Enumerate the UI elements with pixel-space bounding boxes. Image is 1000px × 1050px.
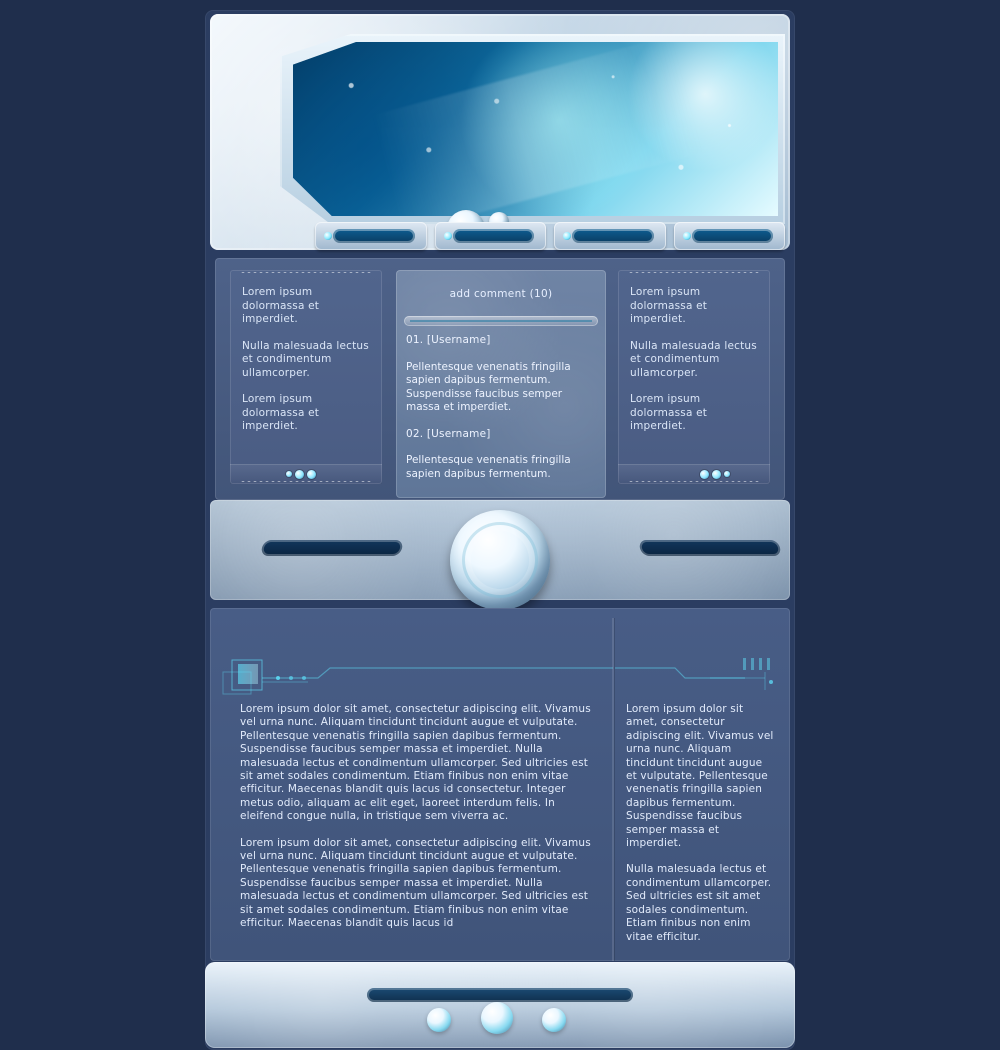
circuit-node [769, 680, 773, 684]
comments-card: add comment (10) 01. [Username] Pellente… [396, 270, 606, 498]
pager-dots-icon[interactable] [286, 469, 316, 479]
circuit-node [276, 676, 280, 680]
pager-dot [286, 471, 292, 477]
main-right-paragraph: Nulla malesuada lectus et condimentum ul… [626, 863, 772, 943]
main-left-paragraph: Lorem ipsum dolor sit amet, consectetur … [240, 703, 591, 823]
footer [205, 962, 795, 1048]
pager-dot [307, 469, 316, 479]
footer-orb-icon[interactable] [542, 1008, 566, 1032]
pager-dot [295, 469, 304, 479]
hero-sparkles [293, 42, 778, 216]
pager-dot [700, 469, 709, 479]
circuit-bar [767, 658, 770, 670]
nav-tab-2[interactable] [434, 222, 546, 250]
header-nav-tabs [315, 222, 785, 250]
left-mini-card-paragraph: Lorem ipsum dolormassa et imperdiet. [242, 286, 320, 325]
circuit-bar [759, 658, 762, 670]
circuit-decoration-right [615, 658, 773, 690]
dotted-divider [628, 481, 760, 482]
right-mini-card-text: Lorem ipsum dolormassa et imperdiet. Nul… [630, 286, 758, 447]
indicator-dot-icon [682, 232, 691, 240]
circuit-trace [262, 667, 613, 679]
mechanical-slot-right [638, 540, 782, 556]
center-orb-icon[interactable] [450, 510, 550, 610]
circuit-trace [615, 667, 745, 679]
circuit-bar [743, 658, 746, 670]
indicator-dot-icon [324, 232, 332, 240]
right-mini-card: Lorem ipsum dolormassa et imperdiet. Nul… [618, 270, 770, 484]
left-mini-card-paragraph: Lorem ipsum dolormassa et imperdiet. [242, 393, 320, 432]
left-mini-card: Lorem ipsum dolormassa et imperdiet. Nul… [230, 270, 382, 484]
header [210, 14, 790, 250]
dotted-divider [628, 272, 760, 273]
comment-username[interactable]: 02. [Username] [406, 428, 596, 442]
pager-dots-icon[interactable] [700, 469, 730, 479]
nav-tab-4[interactable] [673, 222, 785, 250]
nav-tab-1[interactable] [315, 222, 427, 250]
comment-text: Pellentesque venenatis fringilla sapien … [406, 454, 571, 480]
circuit-node [302, 676, 306, 680]
left-mini-card-paragraph: Nulla malesuada lectus et condimentum ul… [242, 339, 369, 379]
main-left-paragraph: Lorem ipsum dolor sit amet, consectetur … [240, 836, 591, 930]
comments-list: 01. [Username] Pellentesque venenatis fr… [406, 334, 596, 494]
footer-orb-icon[interactable] [481, 1002, 513, 1034]
right-mini-card-paragraph: Nulla malesuada lectus et condimentum ul… [630, 339, 757, 379]
comment-username[interactable]: 01. [Username] [406, 334, 596, 348]
dotted-divider [240, 481, 372, 482]
pager-dot [724, 471, 730, 477]
nav-tab-3[interactable] [554, 222, 666, 250]
main-right-paragraph: Lorem ipsum dolor sit amet, consectetur … [626, 703, 774, 850]
main-left-text: Lorem ipsum dolor sit amet, consectetur … [240, 703, 595, 944]
hero-banner [293, 42, 778, 216]
left-mini-card-text: Lorem ipsum dolormassa et imperdiet. Nul… [242, 286, 370, 447]
circuit-decoration-left [222, 659, 613, 695]
circuit-chip-fill [238, 664, 258, 684]
comment-text: Pellentesque venenatis fringilla sapien … [406, 360, 571, 414]
dotted-divider [240, 272, 372, 273]
add-comment-link[interactable]: add comment (10) [396, 288, 606, 300]
footer-orb-icon[interactable] [427, 1008, 451, 1032]
footer-bar [367, 988, 633, 1002]
circuit-bar [751, 658, 754, 670]
center-orb-ring [462, 522, 538, 598]
circuit-node [289, 676, 293, 680]
indicator-dot-icon [443, 232, 452, 240]
pager-dot [712, 469, 721, 479]
right-mini-card-paragraph: Lorem ipsum dolormassa et imperdiet. [630, 393, 708, 432]
footer-orbs [427, 1002, 572, 1042]
mechanical-slot-left [260, 540, 404, 556]
right-mini-card-paragraph: Lorem ipsum dolormassa et imperdiet. [630, 286, 708, 325]
indicator-dot-icon [563, 232, 571, 240]
main-right-text: Lorem ipsum dolor sit amet, consectetur … [626, 703, 776, 957]
comment-rail [404, 316, 598, 326]
